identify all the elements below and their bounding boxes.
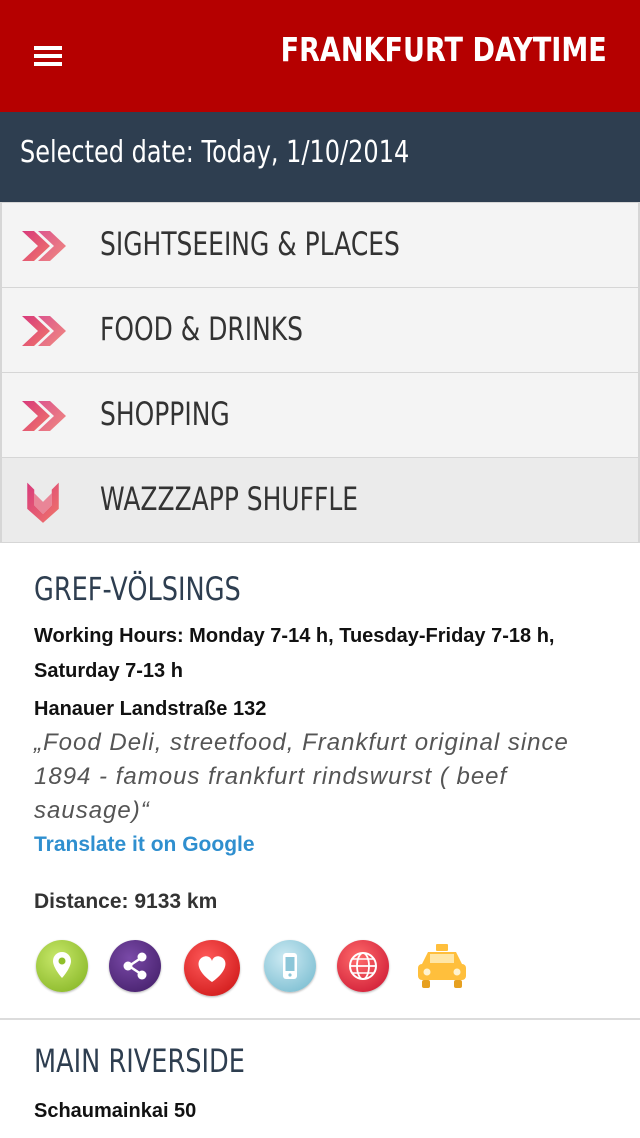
translate-link[interactable]: Translate it on Google: [34, 833, 255, 857]
category-label: WAZZZAPP SHUFFLE: [100, 480, 359, 518]
venue-distance: Distance: 9133 km: [34, 890, 218, 913]
share-icon[interactable]: [109, 940, 161, 992]
globe-icon[interactable]: [337, 940, 389, 992]
menu-button[interactable]: [26, 36, 70, 76]
category-list: SIGHTSEEING & PLACES FOOD & DRINKS SHOPP…: [0, 202, 640, 543]
venue-name: GREF-VÖLSINGS: [34, 570, 241, 608]
venue-card: MAIN RIVERSIDE Schaumainkai 50: [0, 1018, 640, 1138]
chevron-right-icon: [22, 316, 66, 346]
app-title: FRANKFURT DAYTIME: [280, 30, 607, 69]
category-food-drinks[interactable]: FOOD & DRINKS: [0, 287, 640, 372]
venue-description: „Food Deli, streetfood, Frankfurt origin…: [34, 729, 569, 824]
venue-hours: Working Hours: Monday 7-14 h, Tuesday-Fr…: [34, 625, 555, 682]
chevron-right-icon: [22, 231, 66, 261]
venue-address: Schaumainkai 50: [34, 1100, 197, 1122]
selected-date-bar[interactable]: Selected date: Today, 1/10/2014: [0, 112, 640, 202]
map-pin-icon[interactable]: [36, 940, 88, 992]
category-sightseeing[interactable]: SIGHTSEEING & PLACES: [0, 202, 640, 287]
venue-address: Hanauer Landstraße 132: [34, 698, 267, 720]
category-wazzzapp-shuffle[interactable]: WAZZZAPP SHUFFLE: [0, 457, 640, 543]
phone-icon[interactable]: [264, 940, 316, 992]
venue-name: MAIN RIVERSIDE: [34, 1042, 245, 1080]
category-label: FOOD & DRINKS: [100, 310, 304, 348]
heart-icon[interactable]: [184, 940, 240, 996]
taxi-icon[interactable]: [412, 940, 472, 992]
hamburger-menu-icon-bar: [34, 62, 62, 66]
category-label: SHOPPING: [100, 395, 230, 433]
hamburger-menu-icon: [34, 46, 62, 50]
chevron-right-icon: [22, 401, 66, 431]
hamburger-menu-icon-bar: [34, 54, 62, 58]
category-shopping[interactable]: SHOPPING: [0, 372, 640, 457]
app-header: FRANKFURT DAYTIME: [0, 0, 640, 112]
chevron-down-icon: [27, 482, 59, 523]
category-label: SIGHTSEEING & PLACES: [100, 225, 400, 263]
selected-date-text: Selected date: Today, 1/10/2014: [20, 135, 410, 170]
